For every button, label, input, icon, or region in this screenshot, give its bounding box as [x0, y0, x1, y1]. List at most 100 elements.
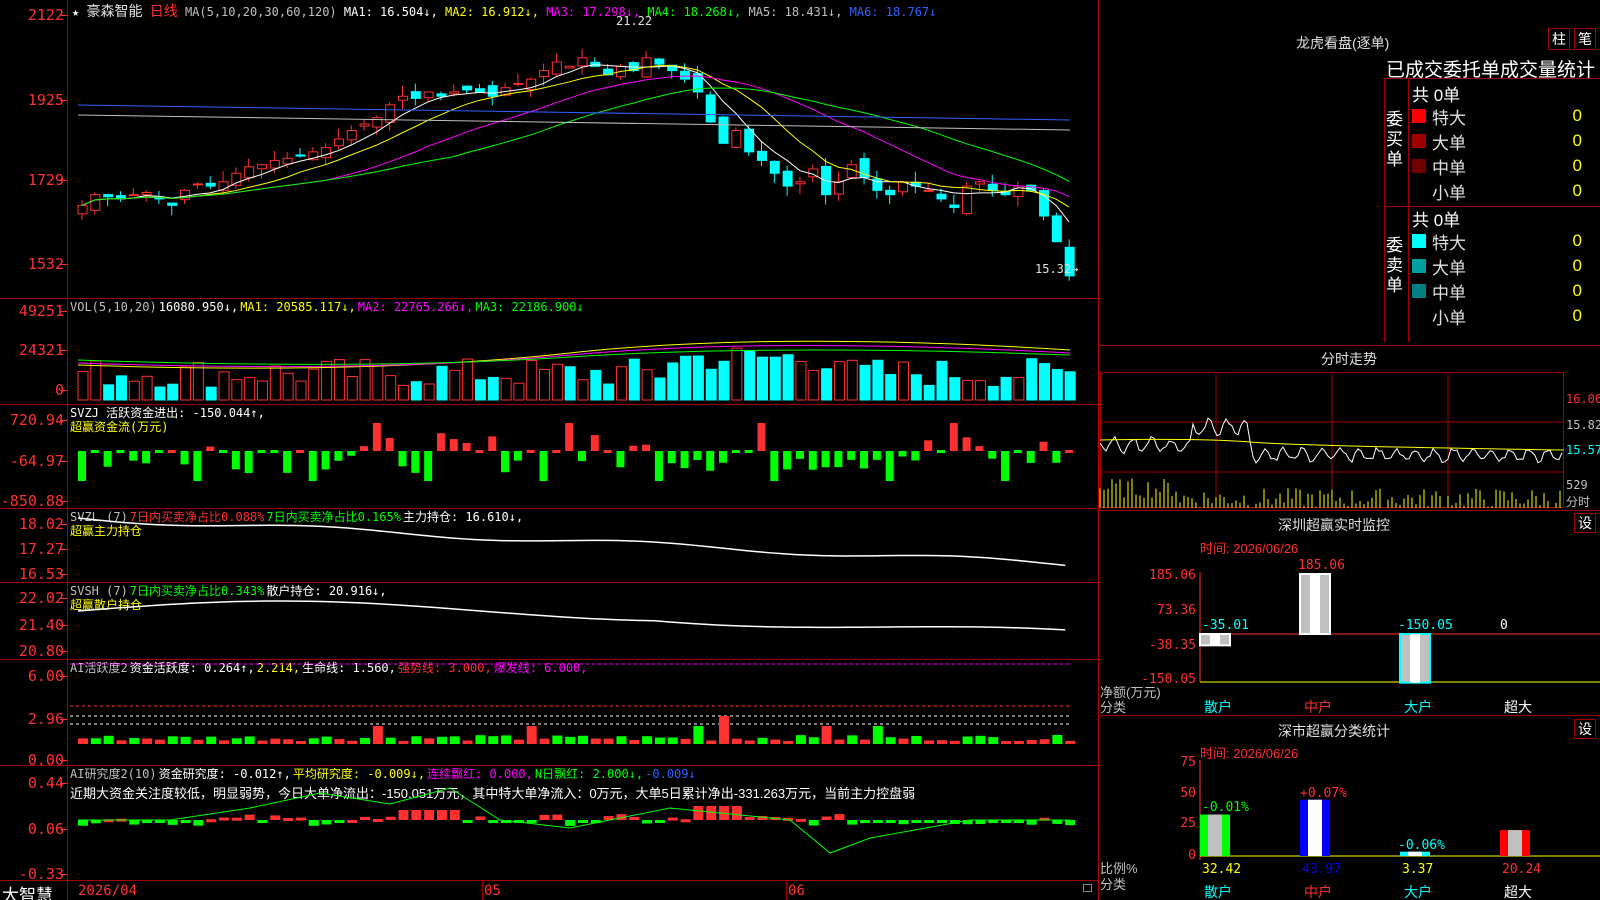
activity-bar [462, 740, 473, 744]
buy-side-label: 委买单 [1386, 110, 1403, 169]
candle-body [474, 88, 485, 93]
activity-bar [103, 735, 114, 744]
candle-body [744, 128, 755, 153]
volume-bar [987, 385, 999, 401]
flow-bar [116, 450, 125, 453]
volume-bar [295, 380, 307, 401]
candle-body [680, 70, 691, 80]
vol-indicator-line: VOL(5,10,20) 16080.950↓, MA1: 20585.117↓, M… [70, 300, 586, 314]
flow-bar [347, 451, 356, 456]
order-percent: 0% [1582, 306, 1600, 326]
order-type: 中单 [1432, 158, 1466, 178]
intraday-chart[interactable] [1099, 372, 1565, 508]
candle-body [282, 157, 293, 165]
divider-svzj [0, 508, 1100, 509]
candle-body [410, 91, 421, 99]
research-bar [539, 814, 550, 820]
svsh-chart[interactable] [70, 583, 1100, 659]
svzj-chart[interactable] [70, 408, 1100, 508]
candle-body [90, 194, 101, 211]
activity-bar [578, 735, 588, 744]
activity-bar [680, 738, 691, 744]
research-bar [706, 806, 717, 820]
axis-label: 0.44 [27, 774, 64, 792]
svzl-chart[interactable] [70, 510, 1100, 582]
candle-body [577, 57, 588, 67]
volume-bar [205, 386, 217, 401]
column-view-button[interactable]: 柱 [1548, 28, 1570, 50]
activity-bar [308, 738, 319, 744]
ai-research-chart[interactable] [70, 768, 1100, 878]
flow-bar [154, 450, 163, 453]
flow-bar [1039, 441, 1048, 451]
candle-body [539, 70, 550, 78]
flow-bar [103, 451, 112, 467]
research-bar [78, 820, 88, 826]
flow-bar [334, 451, 343, 461]
monitor-time: 时间: 2026/06/26 [1200, 541, 1299, 556]
activity-bar [1013, 740, 1024, 744]
volume-chart[interactable] [70, 315, 1100, 401]
candle-body [564, 65, 575, 69]
flow-bar [834, 451, 843, 468]
sell-total: 共 0单 [1412, 211, 1461, 230]
lock-icon[interactable] [1083, 884, 1092, 892]
research-bar [629, 816, 640, 820]
flow-bar [424, 451, 433, 481]
stats-title: 深市超赢分类统计 [1278, 723, 1390, 739]
color-swatch [1412, 259, 1426, 273]
high-price-label: 21.22 [616, 14, 653, 28]
flow-bar [244, 451, 253, 473]
research-bar [1052, 820, 1063, 824]
color-swatch [1412, 309, 1426, 323]
activity-bar [360, 738, 371, 744]
activity-bar [270, 738, 281, 744]
axis-tick [60, 549, 67, 550]
flow-bar [219, 450, 228, 453]
brand-logo[interactable]: 大智慧 [2, 881, 53, 900]
axis-tick [60, 501, 67, 502]
net-bar-highlight [1310, 574, 1320, 634]
order-percent: 0% [1582, 256, 1600, 276]
activity-bar [885, 737, 896, 744]
indicator-item: 16080.950↓, [158, 300, 239, 314]
ai-activity-chart[interactable] [70, 662, 1100, 762]
color-swatch [1412, 134, 1426, 148]
activity-bar [372, 726, 383, 744]
candle-body [295, 154, 306, 157]
activity-bar [936, 740, 947, 744]
price-chart[interactable] [70, 15, 1100, 295]
activity-bar [667, 737, 678, 744]
axis-label: 17.27 [18, 540, 64, 558]
activity-bar [719, 716, 730, 744]
order-type: 大单 [1432, 258, 1466, 278]
axis-tick [60, 390, 67, 391]
monitor-settings-button[interactable]: 设 [1574, 513, 1596, 533]
order-count: 0 [1572, 256, 1582, 275]
axis-label: -850.88 [0, 492, 64, 510]
axis-tick [60, 180, 67, 181]
axis-tick [60, 783, 67, 784]
order-row: 特大 00% [1412, 104, 1600, 128]
volume-bar [1051, 369, 1063, 401]
activity-bar [860, 739, 871, 744]
axis-label: 0.00 [27, 751, 64, 769]
indicator-item: MA1: 20585.117↓, [240, 300, 356, 314]
research-bar [244, 814, 255, 820]
net-bar-highlight [1410, 634, 1420, 683]
flow-bar [129, 451, 138, 461]
activity-bar [1026, 739, 1037, 744]
ratio-bar-highlight [1208, 814, 1222, 856]
flow-bar [885, 451, 894, 481]
divider-bottom [0, 880, 1100, 881]
tick-view-button[interactable]: 笔 [1574, 28, 1596, 50]
ma-line [81, 64, 1070, 223]
order-count: 0 [1572, 231, 1582, 250]
axis-label: 18.02 [18, 515, 64, 533]
order-type: 特大 [1432, 233, 1466, 253]
activity-bar [872, 726, 883, 744]
flow-bar [565, 423, 574, 451]
stats-settings-button[interactable]: 设 [1574, 719, 1596, 739]
order-side-col [1408, 78, 1409, 342]
volume-bar [500, 377, 512, 401]
